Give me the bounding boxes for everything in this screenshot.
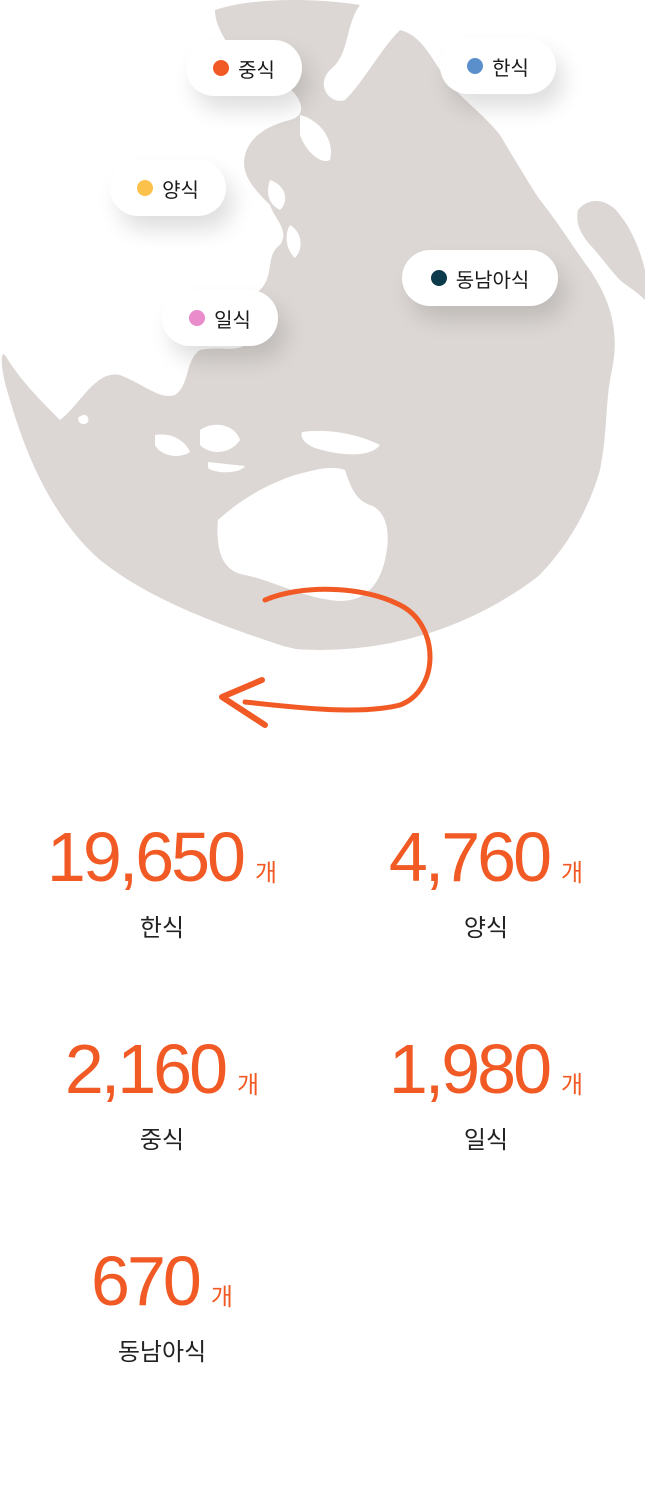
- stat-western-unit: 개: [561, 860, 584, 887]
- globe-section: 중식 한식 양식 동남아식 일식: [0, 0, 648, 740]
- japanese-dot-icon: [189, 310, 206, 326]
- stat-korean-value: 19,650: [46, 818, 246, 896]
- stat-chinese: 2,160 개 중식: [0, 1034, 324, 1155]
- stat-western-label: 양식: [463, 915, 509, 942]
- map-label-western: 양식: [110, 160, 226, 216]
- globe-map-illustration: [1, 0, 645, 728]
- stat-japanese-value: 1,980: [388, 1030, 552, 1108]
- stat-japanese-label: 일식: [463, 1127, 509, 1154]
- stat-southeast-asian-unit: 개: [210, 1284, 233, 1311]
- stat-southeast-asian-label: 동남아식: [117, 1339, 207, 1366]
- map-label-korean: 한식: [440, 38, 556, 94]
- stat-japanese: 1,980 개 일식: [324, 1034, 648, 1155]
- stat-chinese-label: 중식: [139, 1127, 185, 1154]
- map-label-southeast-asian-text: 동남아식: [455, 269, 530, 292]
- stat-southeast-asian-value: 670: [91, 1242, 202, 1320]
- stat-korean-unit: 개: [255, 860, 278, 887]
- map-label-japanese: 일식: [162, 290, 278, 346]
- map-label-korean-text: 한식: [492, 57, 529, 80]
- map-label-chinese: 중식: [186, 40, 302, 96]
- stat-japanese-unit: 개: [561, 1072, 584, 1099]
- stat-chinese-value: 2,160: [64, 1030, 228, 1108]
- map-label-southeast-asian: 동남아식: [402, 250, 558, 306]
- western-dot-icon: [137, 180, 154, 196]
- stat-western-value: 4,760: [388, 818, 552, 896]
- stat-southeast-asian: 670 개 동남아식: [0, 1246, 324, 1367]
- stat-korean-label: 한식: [139, 915, 185, 942]
- southeast-asian-dot-icon: [430, 270, 447, 286]
- map-label-japanese-text: 일식: [214, 309, 251, 332]
- stat-western: 4,760 개 양식: [324, 822, 648, 943]
- stat-chinese-unit: 개: [237, 1072, 260, 1099]
- korean-dot-icon: [467, 58, 484, 74]
- map-label-western-text: 양식: [162, 179, 199, 202]
- map-label-chinese-text: 중식: [238, 59, 275, 82]
- stat-korean: 19,650 개 한식: [0, 822, 324, 943]
- chinese-dot-icon: [213, 60, 230, 76]
